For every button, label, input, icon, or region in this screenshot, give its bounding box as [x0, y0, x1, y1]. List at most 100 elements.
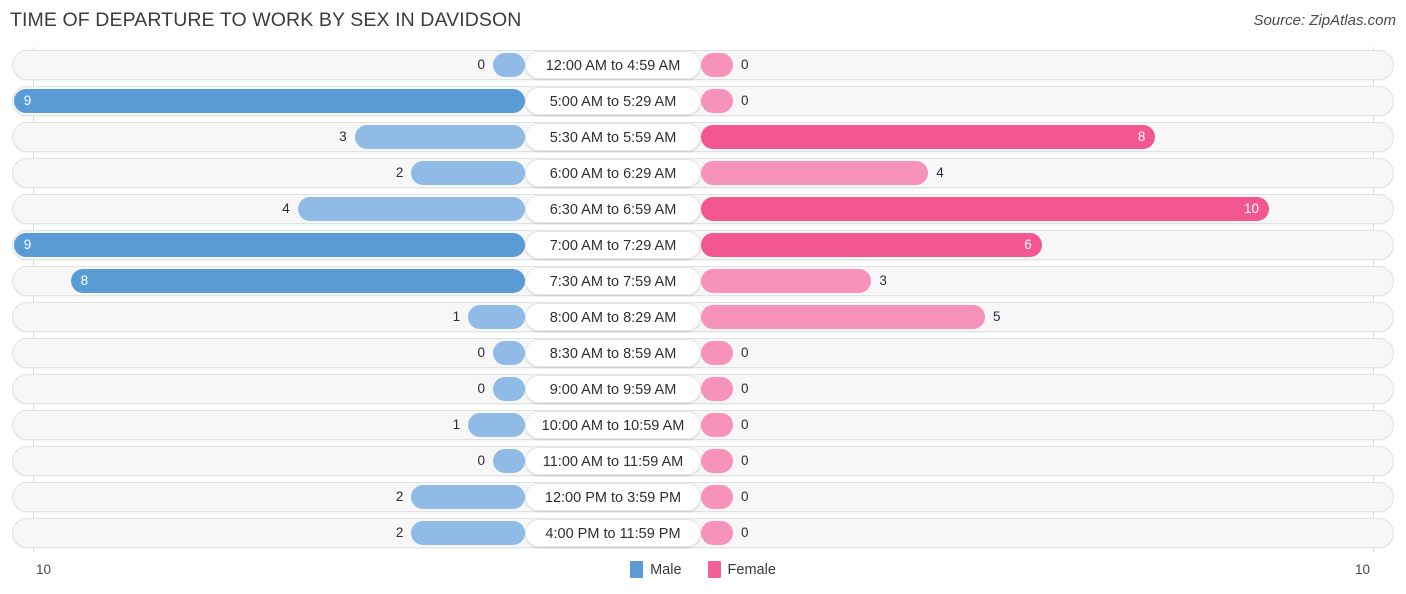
chart-row[interactable]: 0 0 9:00 AM to 9:59 AM — [12, 374, 1394, 404]
chart-row[interactable]: 9 6 7:00 AM to 7:29 AM — [12, 230, 1394, 260]
male-value-label: 0 — [477, 453, 485, 468]
chart-row-inner: 3 8 5:30 AM to 5:59 AM — [13, 123, 1393, 151]
chart-row-inner: 2 0 12:00 PM to 3:59 PM — [13, 483, 1393, 511]
female-bar[interactable] — [701, 341, 733, 365]
chart-row[interactable]: 0 0 11:00 AM to 11:59 AM — [12, 446, 1394, 476]
female-value-label: 0 — [741, 489, 749, 504]
female-bar[interactable] — [701, 89, 733, 113]
male-bar[interactable] — [493, 449, 525, 473]
chart-row[interactable]: 0 0 8:30 AM to 8:59 AM — [12, 338, 1394, 368]
chart-row[interactable]: 9 0 5:00 AM to 5:29 AM — [12, 86, 1394, 116]
female-value-label: 3 — [879, 273, 887, 288]
chart-row[interactable]: 2 0 12:00 PM to 3:59 PM — [12, 482, 1394, 512]
legend-swatch-icon — [630, 561, 644, 578]
female-bar[interactable] — [701, 125, 1156, 149]
category-label: 7:30 AM to 7:59 AM — [525, 267, 701, 295]
male-bar[interactable] — [297, 197, 525, 221]
legend-item-male[interactable]: Male — [630, 561, 682, 578]
male-bar[interactable] — [493, 341, 525, 365]
male-value-label: 1 — [452, 309, 461, 324]
male-bar[interactable] — [411, 521, 525, 545]
category-label: 8:30 AM to 8:59 AM — [525, 339, 701, 367]
female-bar[interactable] — [701, 305, 985, 329]
chart-row[interactable]: 1 0 10:00 AM to 10:59 AM — [12, 410, 1394, 440]
male-value-label: 2 — [395, 165, 404, 180]
chart-header: TIME OF DEPARTURE TO WORK BY SEX IN DAVI… — [0, 0, 1406, 44]
male-bar[interactable] — [411, 161, 525, 185]
female-value-label: 4 — [936, 165, 944, 180]
chart-row[interactable]: 1 5 8:00 AM to 8:29 AM — [12, 302, 1394, 332]
female-bar[interactable] — [701, 449, 733, 473]
male-bar[interactable] — [468, 413, 525, 437]
male-value-label: 1 — [452, 417, 461, 432]
male-value-label: 0 — [477, 57, 485, 72]
chart-footer: 10 10 Male Female — [0, 552, 1406, 594]
chart-row[interactable]: 2 4 6:00 AM to 6:29 AM — [12, 158, 1394, 188]
category-label: 12:00 PM to 3:59 PM — [525, 483, 701, 511]
chart-row[interactable]: 3 8 5:30 AM to 5:59 AM — [12, 122, 1394, 152]
chart-row-inner: 4 10 6:30 AM to 6:59 AM — [13, 195, 1393, 223]
male-bar[interactable] — [13, 233, 525, 257]
male-value-label: 9 — [23, 93, 32, 108]
chart-plot-area: 0 0 12:00 AM to 4:59 AM 9 0 5:00 AM to 5:29 A… — [0, 47, 1406, 552]
female-bar[interactable] — [701, 521, 733, 545]
category-label: 7:00 AM to 7:29 AM — [525, 231, 701, 259]
male-value-label: 2 — [395, 489, 404, 504]
female-bar[interactable] — [701, 53, 733, 77]
category-label: 12:00 AM to 4:59 AM — [525, 51, 701, 79]
female-value-label: 0 — [741, 525, 749, 540]
chart-row-inner: 0 0 8:30 AM to 8:59 AM — [13, 339, 1393, 367]
category-label: 8:00 AM to 8:29 AM — [525, 303, 701, 331]
chart-row-inner: 9 0 5:00 AM to 5:29 AM — [13, 87, 1393, 115]
male-bar[interactable] — [468, 305, 525, 329]
category-label: 6:30 AM to 6:59 AM — [525, 195, 701, 223]
chart-row-inner: 2 0 4:00 PM to 11:59 PM — [13, 519, 1393, 547]
female-value-label: 0 — [741, 381, 749, 396]
female-value-label: 6 — [1024, 237, 1032, 252]
page-title: TIME OF DEPARTURE TO WORK BY SEX IN DAVI… — [10, 9, 522, 31]
chart-row[interactable]: 0 0 12:00 AM to 4:59 AM — [12, 50, 1394, 80]
category-label: 6:00 AM to 6:29 AM — [525, 159, 701, 187]
female-bar[interactable] — [701, 269, 872, 293]
female-value-label: 0 — [741, 345, 749, 360]
female-value-label: 0 — [741, 57, 749, 72]
female-value-label: 0 — [741, 453, 749, 468]
chart-row-inner: 9 6 7:00 AM to 7:29 AM — [13, 231, 1393, 259]
chart-legend: Male Female — [0, 561, 1406, 578]
female-bar[interactable] — [701, 233, 1042, 257]
male-bar[interactable] — [13, 89, 525, 113]
chart-row[interactable]: 8 3 7:30 AM to 7:59 AM — [12, 266, 1394, 296]
female-bar[interactable] — [701, 377, 733, 401]
male-value-label: 0 — [477, 345, 485, 360]
male-value-label: 3 — [339, 129, 347, 144]
male-value-label: 9 — [23, 237, 32, 252]
legend-label: Male — [650, 561, 682, 578]
male-bar[interactable] — [411, 485, 525, 509]
female-bar[interactable] — [701, 413, 733, 437]
chart-row-inner: 8 3 7:30 AM to 7:59 AM — [13, 267, 1393, 295]
female-bar[interactable] — [701, 485, 733, 509]
male-bar[interactable] — [493, 377, 525, 401]
female-value-label: 8 — [1137, 129, 1146, 144]
legend-label: Female — [727, 561, 776, 578]
male-bar[interactable] — [354, 125, 525, 149]
chart-row-inner: 0 0 12:00 AM to 4:59 AM — [13, 51, 1393, 79]
male-bar[interactable] — [70, 269, 525, 293]
legend-item-female[interactable]: Female — [707, 561, 776, 578]
chart-row-inner: 1 0 10:00 AM to 10:59 AM — [13, 411, 1393, 439]
category-label: 9:00 AM to 9:59 AM — [525, 375, 701, 403]
chart-row-inner: 2 4 6:00 AM to 6:29 AM — [13, 159, 1393, 187]
chart-row-inner: 1 5 8:00 AM to 8:29 AM — [13, 303, 1393, 331]
female-value-label: 5 — [993, 309, 1001, 324]
female-value-label: 10 — [1243, 201, 1259, 216]
female-value-label: 0 — [741, 417, 749, 432]
category-label: 5:00 AM to 5:29 AM — [525, 87, 701, 115]
source-attribution: Source: ZipAtlas.com — [1253, 12, 1396, 29]
chart-row[interactable]: 4 10 6:30 AM to 6:59 AM — [12, 194, 1394, 224]
chart-row[interactable]: 2 0 4:00 PM to 11:59 PM — [12, 518, 1394, 548]
male-bar[interactable] — [493, 53, 525, 77]
female-bar[interactable] — [701, 197, 1269, 221]
category-label: 10:00 AM to 10:59 AM — [525, 411, 701, 439]
female-bar[interactable] — [701, 161, 929, 185]
category-label: 4:00 PM to 11:59 PM — [525, 519, 701, 547]
